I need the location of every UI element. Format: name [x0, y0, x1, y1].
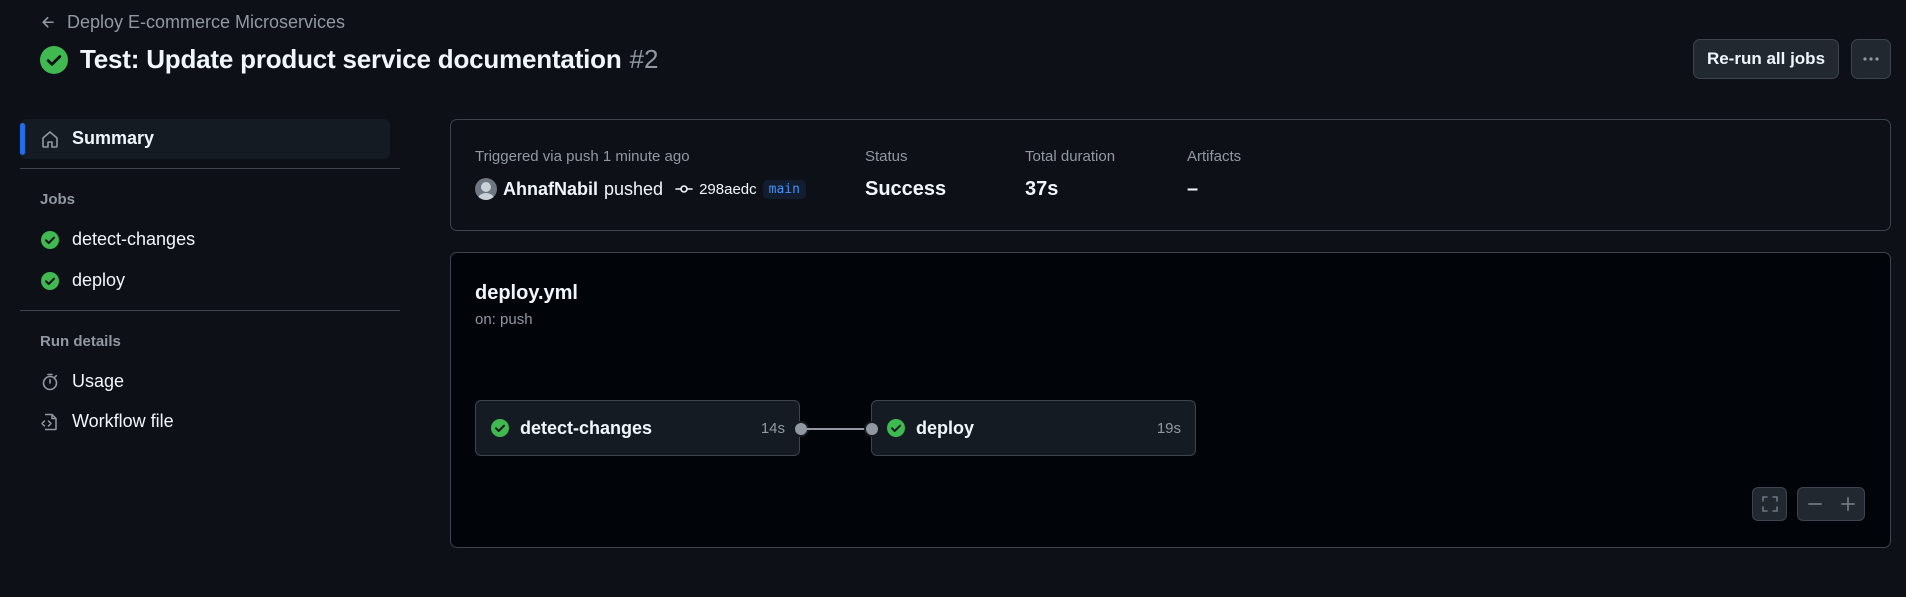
run-summary-card	[450, 119, 1891, 231]
graph-input-node	[864, 421, 880, 437]
sidebar-item-summary[interactable]: Summary	[40, 128, 154, 149]
success-check-icon	[41, 230, 59, 249]
zoom-out-icon[interactable]	[1806, 495, 1824, 513]
back-link[interactable]: Deploy E-commerce Microservices	[40, 12, 345, 33]
sidebar-active-indicator	[20, 123, 25, 155]
artifacts-value: –	[1187, 178, 1199, 200]
zoom-in-icon[interactable]	[1839, 495, 1857, 513]
fullscreen-icon	[1761, 496, 1778, 512]
rerun-all-jobs-button[interactable]: Re-run all jobs	[1693, 39, 1839, 79]
job-duration: 14s	[760, 419, 785, 437]
run-details-heading: Run details	[40, 333, 121, 350]
git-commit-icon	[675, 185, 693, 193]
duration-label: Total duration	[1025, 148, 1116, 165]
jobs-heading: Jobs	[40, 191, 76, 208]
fullscreen-button[interactable]	[1752, 487, 1787, 521]
run-number: #2	[629, 44, 659, 74]
sidebar-job-deploy[interactable]: deploy	[40, 270, 125, 291]
job-name: deploy	[916, 417, 975, 438]
avatar[interactable]	[475, 178, 497, 200]
success-check-icon	[887, 419, 905, 437]
actor-link[interactable]: AhnafNabil	[503, 179, 598, 200]
more-options-button[interactable]	[1851, 39, 1891, 79]
trigger-details: AhnafNabil pushed 298aedc main	[475, 178, 806, 200]
graph-job-deploy[interactable]: deploy 19s	[871, 400, 1196, 456]
home-icon	[42, 130, 58, 148]
sidebar-item-label: Usage	[72, 371, 125, 391]
stopwatch-icon	[42, 373, 58, 390]
file-code-icon	[41, 413, 57, 430]
page-title: Test: Update product service documentati…	[80, 44, 622, 74]
sidebar-job-detect-changes[interactable]: detect-changes	[40, 229, 195, 250]
success-check-icon	[40, 45, 68, 74]
sidebar-job-label: deploy	[72, 270, 126, 290]
page-title-row: Test: Update product service documentati…	[40, 44, 658, 75]
artifacts-label: Artifacts	[1187, 148, 1242, 165]
trigger-label: Triggered via push 1 minute ago	[475, 148, 690, 165]
sidebar-divider	[20, 168, 400, 169]
sidebar-item-label: Workflow file	[72, 411, 174, 431]
sidebar-item-workflow-file[interactable]: Workflow file	[40, 411, 174, 432]
success-check-icon	[41, 271, 59, 290]
graph-job-detect-changes[interactable]: detect-changes 14s	[475, 400, 800, 456]
status-value: Success	[865, 178, 947, 200]
sidebar-item-usage[interactable]: Usage	[40, 371, 124, 392]
kebab-horizontal-icon	[1863, 57, 1879, 61]
job-name: detect-changes	[520, 417, 653, 438]
job-duration: 19s	[1156, 419, 1181, 437]
success-check-icon	[491, 419, 509, 437]
sidebar-item-label: Summary	[72, 128, 155, 148]
workflow-file-name: deploy.yml	[475, 282, 578, 304]
commit-sha-link[interactable]: 298aedc	[699, 181, 757, 198]
duration-value[interactable]: 37s	[1025, 178, 1058, 201]
trigger-action: pushed	[604, 178, 664, 199]
arrow-left-icon	[42, 16, 54, 28]
sidebar-divider	[20, 310, 400, 311]
workflow-trigger: on: push	[475, 311, 533, 328]
zoom-controls	[1797, 487, 1865, 521]
status-label: Status	[865, 148, 908, 165]
sidebar-job-label: detect-changes	[72, 229, 196, 249]
branch-badge[interactable]: main	[762, 179, 806, 199]
back-link-label: Deploy E-commerce Microservices	[67, 12, 346, 32]
